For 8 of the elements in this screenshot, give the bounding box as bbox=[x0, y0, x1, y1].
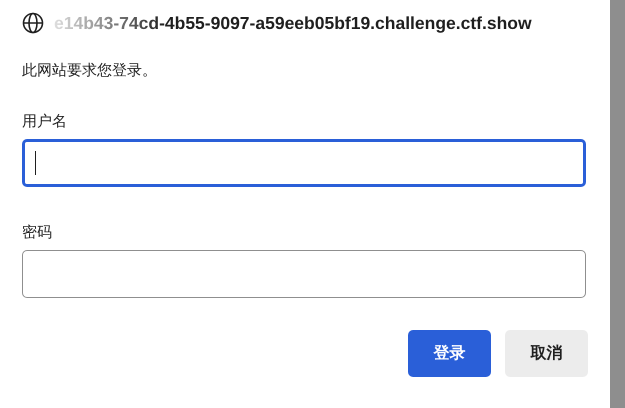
field-label: 用户名 bbox=[22, 112, 67, 131]
username-field[interactable] bbox=[22, 139, 586, 187]
login-button[interactable]: 登录 bbox=[408, 330, 491, 377]
password-field[interactable] bbox=[22, 250, 586, 298]
field-label: 密码 bbox=[22, 223, 52, 242]
globe-icon bbox=[22, 12, 44, 34]
login-message: 此网站要求您登录。 bbox=[22, 61, 158, 80]
cancel-button[interactable]: 取消 bbox=[505, 330, 588, 377]
